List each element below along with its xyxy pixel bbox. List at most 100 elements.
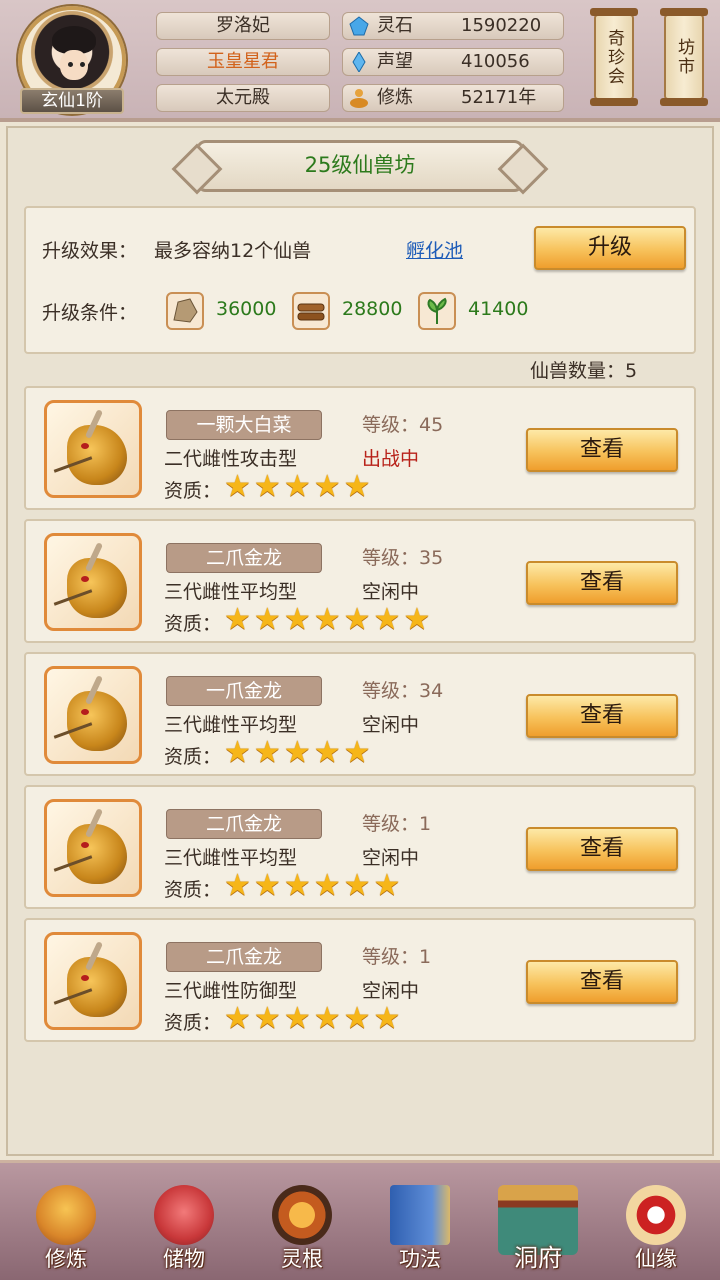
- star-icon: ★: [283, 1001, 311, 1036]
- view-beast-button[interactable]: 查看: [526, 694, 678, 738]
- dragon-head-icon: [67, 691, 127, 751]
- storage-bag-icon: [154, 1185, 214, 1245]
- beast-portrait[interactable]: [44, 400, 142, 498]
- beast-type: 三代雌性防御型: [164, 980, 298, 1002]
- beast-portrait[interactable]: [44, 799, 142, 897]
- star-icon: ★: [313, 868, 341, 903]
- beast-card: 二爪金龙 等级：1 三代雌性平均型 空闲中 资质： ★ ★ ★ ★ ★ ★ 查看: [24, 785, 696, 909]
- view-beast-button[interactable]: 查看: [526, 827, 678, 871]
- player-name: 罗洛妃: [156, 12, 330, 40]
- star-icon: ★: [343, 868, 371, 903]
- beast-quality-label: 资质：: [164, 613, 222, 635]
- nav-storage[interactable]: 储物: [132, 1179, 236, 1279]
- stat-label: 声望: [377, 51, 413, 72]
- dragon-head-icon: [67, 824, 127, 884]
- beast-status: 空闲中: [362, 980, 420, 1002]
- nav-immortal-fate[interactable]: 仙缘: [604, 1179, 708, 1279]
- beast-count: 仙兽数量：5: [530, 360, 638, 382]
- nav-technique[interactable]: 功法: [368, 1179, 472, 1279]
- cultivation-icon: [36, 1185, 96, 1245]
- beast-quality-label: 资质：: [164, 480, 222, 502]
- star-icon: ★: [224, 868, 251, 903]
- dragon-eye: [81, 842, 89, 848]
- star-icon: ★: [283, 868, 311, 903]
- reputation-crystal-icon: [352, 52, 366, 72]
- view-beast-button[interactable]: 查看: [526, 960, 678, 1004]
- market-button[interactable]: 坊市: [660, 8, 708, 106]
- beast-status: 空闲中: [362, 714, 420, 736]
- star-icon: ★: [224, 735, 251, 770]
- star-icon: ★: [283, 469, 311, 504]
- beast-quality-label: 资质：: [164, 1012, 222, 1034]
- herb-icon: [418, 292, 456, 330]
- star-icon: ★: [313, 1001, 341, 1036]
- beast-level: 等级：35: [362, 547, 444, 569]
- beast-name: 二爪金龙: [166, 942, 322, 972]
- material-amount: 28800: [342, 298, 403, 320]
- player-title: 玉皇星君: [156, 48, 330, 76]
- star-icon: ★: [313, 602, 341, 637]
- beast-type: 三代雌性平均型: [164, 847, 298, 869]
- stat-spirit-stone: 灵石 1590220: [342, 12, 564, 40]
- stat-value: 52171年: [461, 87, 537, 108]
- nav-cultivation[interactable]: 修炼: [14, 1179, 118, 1279]
- view-beast-button[interactable]: 查看: [526, 428, 678, 472]
- beast-level: 等级：1: [362, 946, 432, 968]
- beast-status: 出战中: [362, 448, 420, 470]
- star-icon: ★: [253, 735, 281, 770]
- star-icon: ★: [253, 602, 281, 637]
- quality-stars: ★ ★ ★ ★ ★ ★: [224, 871, 400, 901]
- nav-label: 功法: [399, 1247, 441, 1271]
- upgrade-effect-text: 最多容纳12个仙兽: [154, 240, 312, 262]
- material-amount: 41400: [468, 298, 529, 320]
- cultivation-meditation-icon: [350, 89, 368, 108]
- beast-portrait[interactable]: [44, 533, 142, 631]
- beast-level: 等级：45: [362, 414, 444, 436]
- top-header: 玄仙1阶 罗洛妃 玉皇星君 太元殿 灵石 1590220 声望 410056 修…: [0, 0, 720, 122]
- dragon-eye: [81, 576, 89, 582]
- beast-portrait[interactable]: [44, 932, 142, 1030]
- technique-book-icon: [390, 1185, 450, 1245]
- star-icon: ★: [343, 602, 371, 637]
- beast-status: 空闲中: [362, 847, 420, 869]
- star-icon: ★: [403, 602, 431, 637]
- hatch-pool-link[interactable]: 孵化池: [406, 236, 463, 263]
- dragon-head-icon: [67, 425, 127, 485]
- beast-type: 三代雌性平均型: [164, 714, 298, 736]
- nav-label: 仙缘: [635, 1247, 677, 1271]
- star-icon: ★: [373, 1001, 401, 1036]
- beast-quality-label: 资质：: [164, 879, 222, 901]
- stat-reputation: 声望 410056: [342, 48, 564, 76]
- stat-label: 灵石: [377, 15, 413, 36]
- rank-badge: 玄仙1阶: [20, 88, 124, 114]
- beast-name: 一爪金龙: [166, 676, 322, 706]
- beast-name: 一颗大白菜: [166, 410, 322, 440]
- star-icon: ★: [343, 469, 371, 504]
- beast-name: 二爪金龙: [166, 809, 322, 839]
- beast-portrait[interactable]: [44, 666, 142, 764]
- stat-label: 修炼: [377, 87, 413, 108]
- upgrade-button[interactable]: 升级: [534, 226, 686, 270]
- stat-value: 1590220: [461, 15, 542, 36]
- nav-cave-mansion[interactable]: 洞府: [486, 1179, 590, 1279]
- ore-icon: [166, 292, 204, 330]
- nav-spirit-root[interactable]: 灵根: [250, 1179, 354, 1279]
- upgrade-effect-label: 升级效果：: [42, 240, 138, 262]
- dragon-head-icon: [67, 957, 127, 1017]
- star-icon: ★: [253, 1001, 281, 1036]
- star-icon: ★: [283, 735, 311, 770]
- star-icon: ★: [283, 602, 311, 637]
- star-icon: ★: [224, 1001, 251, 1036]
- view-beast-button[interactable]: 查看: [526, 561, 678, 605]
- quality-stars: ★ ★ ★ ★ ★ ★: [224, 1004, 400, 1034]
- bottom-nav: 修炼 储物 灵根 功法 洞府 仙缘: [0, 1160, 720, 1280]
- rare-treasure-fair-button[interactable]: 奇珍会: [590, 8, 638, 106]
- wood-icon: [292, 292, 330, 330]
- dragon-head-icon: [67, 558, 127, 618]
- spirit-root-icon: [272, 1185, 332, 1245]
- dragon-eye: [81, 975, 89, 981]
- beast-card: 一颗大白菜 等级：45 二代雌性攻击型 出战中 资质： ★ ★ ★ ★ ★ 查看: [24, 386, 696, 510]
- panel-title: 25级仙兽坊: [196, 140, 524, 192]
- dragon-eye: [81, 709, 89, 715]
- beast-quality-label: 资质：: [164, 746, 222, 768]
